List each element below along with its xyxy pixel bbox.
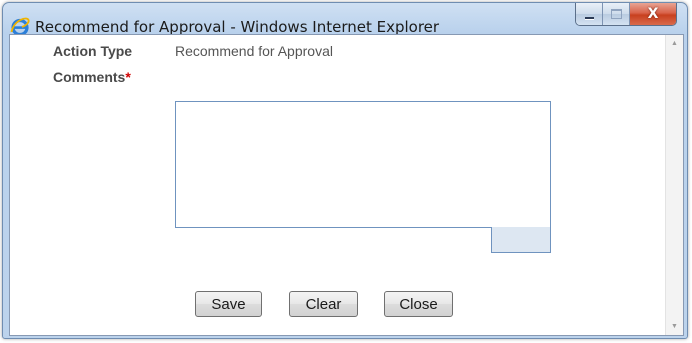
comments-label: Comments* — [53, 69, 131, 85]
close-window-button[interactable]: X — [630, 3, 676, 25]
window-controls: X — [575, 3, 677, 26]
browser-window: Recommend for Approval - Windows Interne… — [2, 2, 688, 339]
scroll-down-arrow-icon[interactable]: ▼ — [666, 318, 683, 335]
maximize-button[interactable] — [603, 3, 630, 25]
scroll-up-arrow-icon[interactable]: ▲ — [666, 35, 683, 52]
close-button[interactable]: Close — [384, 291, 453, 317]
clear-button[interactable]: Clear — [289, 291, 358, 317]
close-icon: X — [647, 6, 659, 22]
action-type-value: Recommend for Approval — [175, 43, 333, 59]
required-marker: * — [125, 69, 131, 85]
comments-textarea[interactable] — [175, 101, 551, 228]
action-type-label: Action Type — [53, 43, 133, 59]
maximize-icon — [610, 9, 622, 19]
page-content: Action Type Recommend for Approval Comme… — [9, 34, 684, 336]
minimize-button[interactable] — [576, 3, 603, 25]
minimize-icon — [584, 17, 594, 19]
comments-resize-panel — [491, 227, 551, 253]
comments-label-text: Comments — [53, 69, 126, 85]
vertical-scrollbar[interactable]: ▲ ▼ — [665, 35, 683, 335]
save-button[interactable]: Save — [195, 291, 262, 317]
